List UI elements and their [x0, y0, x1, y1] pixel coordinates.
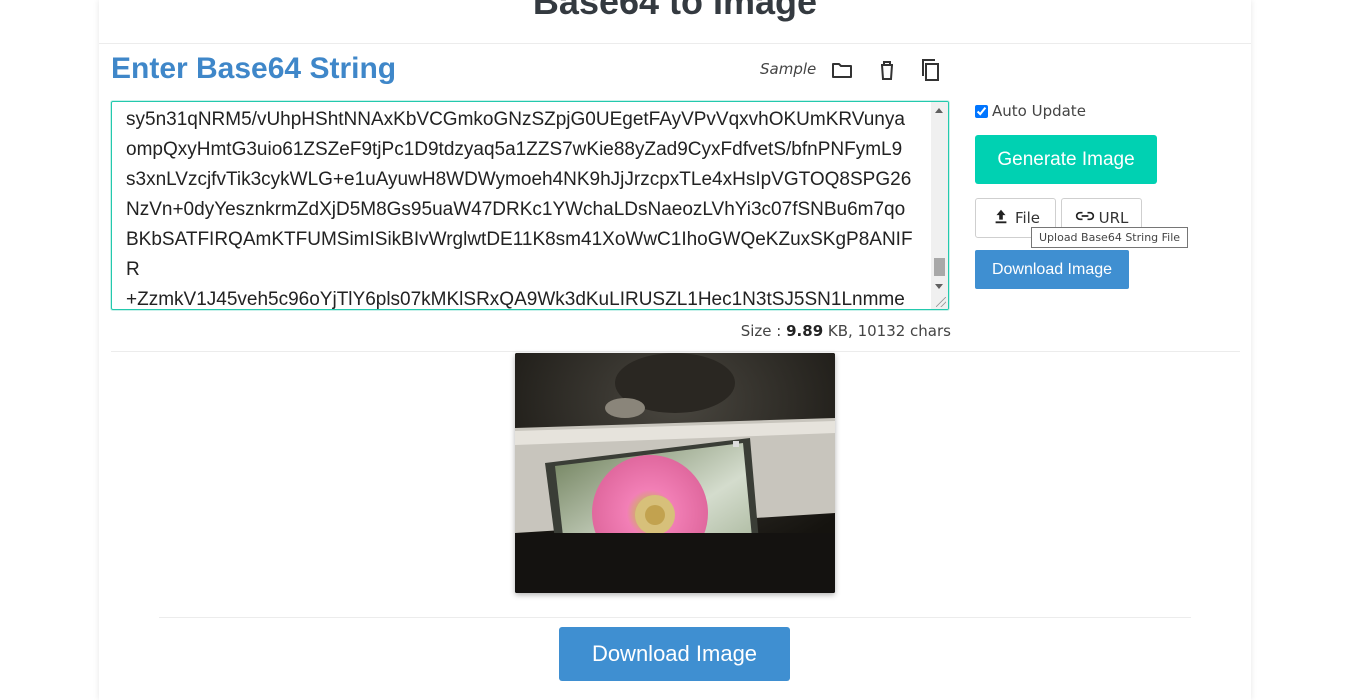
auto-update-label: Auto Update [992, 102, 1086, 120]
textarea-scrollbar[interactable] [931, 102, 948, 309]
resize-grip-icon[interactable] [936, 297, 946, 307]
url-button-label: URL [1098, 209, 1129, 227]
converter-card: Base64 to Image Enter Base64 String Samp… [99, 0, 1251, 700]
size-prefix: Size : [740, 322, 787, 340]
bottom-divider [159, 617, 1191, 618]
scroll-thumb[interactable] [934, 258, 945, 276]
generate-image-button[interactable]: Generate Image [975, 135, 1157, 184]
section-heading: Enter Base64 String [111, 52, 397, 85]
sample-link[interactable]: Sample [760, 60, 816, 78]
preview-divider [111, 351, 1240, 352]
size-value: 9.89 [786, 322, 824, 340]
scroll-up-icon[interactable] [935, 108, 943, 113]
auto-update-toggle[interactable]: Auto Update [975, 102, 1086, 120]
size-suffix: KB, 10132 chars [823, 322, 951, 340]
file-button-label: File [1014, 209, 1041, 227]
header-divider [99, 43, 1251, 44]
copy-icon[interactable] [917, 58, 943, 82]
upload-tooltip: Upload Base64 String File [1031, 227, 1189, 248]
trash-icon[interactable] [874, 58, 900, 82]
preview-photo [515, 353, 835, 593]
decoded-image-preview [515, 353, 835, 593]
download-image-button-large[interactable]: Download Image [559, 627, 790, 681]
size-info: Size : 9.89 KB, 10132 chars [741, 322, 951, 340]
folder-icon[interactable] [829, 58, 855, 82]
download-image-button[interactable]: Download Image [975, 250, 1129, 289]
link-icon [1075, 207, 1095, 229]
base64-textarea[interactable]: sy5n31qNRM5/vUhpHShtNNAxKbVCGmkoGNzSZpjG… [111, 101, 949, 310]
scroll-down-icon[interactable] [935, 284, 943, 289]
page-title: Base64 to Image [532, 0, 818, 22]
auto-update-checkbox[interactable] [975, 104, 988, 118]
base64-text[interactable]: sy5n31qNRM5/vUhpHShtNNAxKbVCGmkoGNzSZpjG… [126, 105, 918, 309]
upload-icon [991, 207, 1011, 229]
